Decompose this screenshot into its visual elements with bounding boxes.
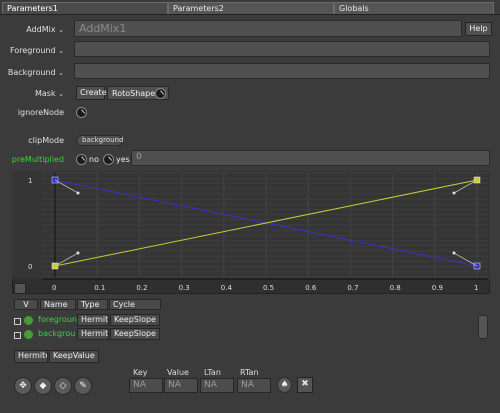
tangent-handle-point [452, 251, 456, 255]
chevron-down-icon: ⌄ [58, 47, 64, 55]
mask-link-icon[interactable] [155, 88, 166, 99]
premult-yes-label: yes [116, 155, 130, 164]
table-row-name[interactable]: backgrou [35, 329, 77, 341]
help-button[interactable]: Help [465, 22, 492, 36]
premult-no-radio[interactable] [76, 154, 87, 165]
tab-parameters2[interactable]: Parameters2 [168, 2, 334, 14]
tool-4-icon[interactable]: ✎ [74, 377, 92, 395]
keyframe-tool-icon[interactable]: ♠ [277, 377, 292, 393]
value-label: Value [167, 368, 189, 377]
tool-3-icon[interactable]: ◇ [54, 377, 72, 395]
premult-no-label: no [89, 155, 99, 164]
tab-parameters1[interactable]: Parameters1 [2, 2, 168, 14]
table-header-cycle[interactable]: Cycle [109, 299, 161, 310]
table-row-cycle[interactable]: KeepSlope [110, 328, 160, 340]
clipmode-label: clipMode [28, 136, 64, 145]
x-tick-label: 0.1 [94, 284, 105, 292]
table-header-name[interactable]: Name [40, 299, 76, 310]
clipmode-dropdown[interactable]: background [76, 135, 123, 146]
table-row-cycle[interactable]: KeepSlope [110, 314, 160, 326]
table-row-type[interactable]: Hermite [77, 314, 109, 326]
background-input-field[interactable] [74, 63, 490, 79]
background-label: Background ⌄ [7, 68, 64, 77]
mask-label: Mask ⌄ [34, 89, 64, 98]
mask-create-button[interactable]: Create [76, 86, 107, 100]
y-tick-label: 0 [28, 263, 32, 271]
x-tick-label: 0.2 [136, 284, 147, 292]
chevron-down-icon: ⌄ [58, 26, 64, 34]
table-row-name[interactable]: foregroun [35, 315, 77, 327]
addmix-label: AddMix ⌄ [26, 25, 64, 34]
chevron-down-icon: ⌄ [58, 90, 64, 98]
value-field[interactable]: NA [164, 378, 198, 393]
foreground-label: Foreground ⌄ [10, 46, 64, 55]
rtan-field[interactable]: NA [237, 378, 271, 393]
ltan-field[interactable]: NA [200, 378, 234, 393]
premult-yes-radio[interactable] [103, 154, 114, 165]
curve-editor-svg: 1 0 0 0.1 0.2 0.3 0.4 0.5 0.6 0.7 0.8 0.9 1 [12, 171, 490, 292]
x-tick-label: 0.4 [221, 284, 233, 292]
x-tick-label: 0.7 [347, 284, 358, 292]
x-tick-label: 0.6 [305, 284, 317, 292]
ignore-node-label: ignoreNode [17, 108, 64, 117]
table-header-v[interactable]: V [14, 299, 38, 310]
tab-divider [0, 14, 500, 15]
tangent-handle-point [76, 191, 80, 195]
x-tick-label: 0.3 [179, 284, 190, 292]
tangent-handle-point [452, 191, 456, 195]
foreground-input-field[interactable] [74, 41, 490, 57]
visibility-icon[interactable] [24, 316, 33, 325]
x-tick-label: 0.8 [390, 284, 401, 292]
premult-value-field[interactable]: 0 [131, 150, 490, 166]
table-header-type[interactable]: Type [77, 299, 108, 310]
expand-icon[interactable] [14, 318, 21, 325]
tool-1-icon[interactable]: ✥ [14, 377, 32, 395]
default-cycle-field[interactable]: KeepValue [49, 350, 99, 363]
ignore-node-toggle[interactable] [76, 107, 87, 118]
key-field[interactable]: NA [129, 378, 163, 393]
delete-key-icon[interactable]: ✖ [297, 377, 313, 393]
node-name-field[interactable]: AddMix1 [74, 20, 462, 37]
chevron-down-icon: ⌄ [58, 69, 64, 77]
key-label: Key [133, 368, 148, 377]
x-tick-label: 0.9 [432, 284, 443, 292]
tab-globals[interactable]: Globals [334, 2, 494, 14]
x-tick-label: 0 [52, 284, 56, 292]
expand-icon[interactable] [14, 332, 21, 339]
default-type-field[interactable]: Hermite [14, 350, 48, 363]
tangent-handle-point [76, 251, 80, 255]
rtan-label: RTan [240, 368, 259, 377]
table-row-type[interactable]: Hermite [77, 328, 109, 340]
x-tick-label: 1 [474, 284, 478, 292]
table-scrollbar[interactable] [478, 315, 488, 339]
visibility-icon[interactable] [24, 330, 33, 339]
x-tick-label: 0.5 [263, 284, 274, 292]
ltan-label: LTan [204, 368, 221, 377]
graph-settings-icon[interactable] [14, 283, 26, 294]
y-tick-label: 1 [28, 177, 32, 185]
tool-2-icon[interactable]: ◆ [34, 377, 52, 395]
premultiplied-label: preMultiplied [11, 155, 64, 164]
